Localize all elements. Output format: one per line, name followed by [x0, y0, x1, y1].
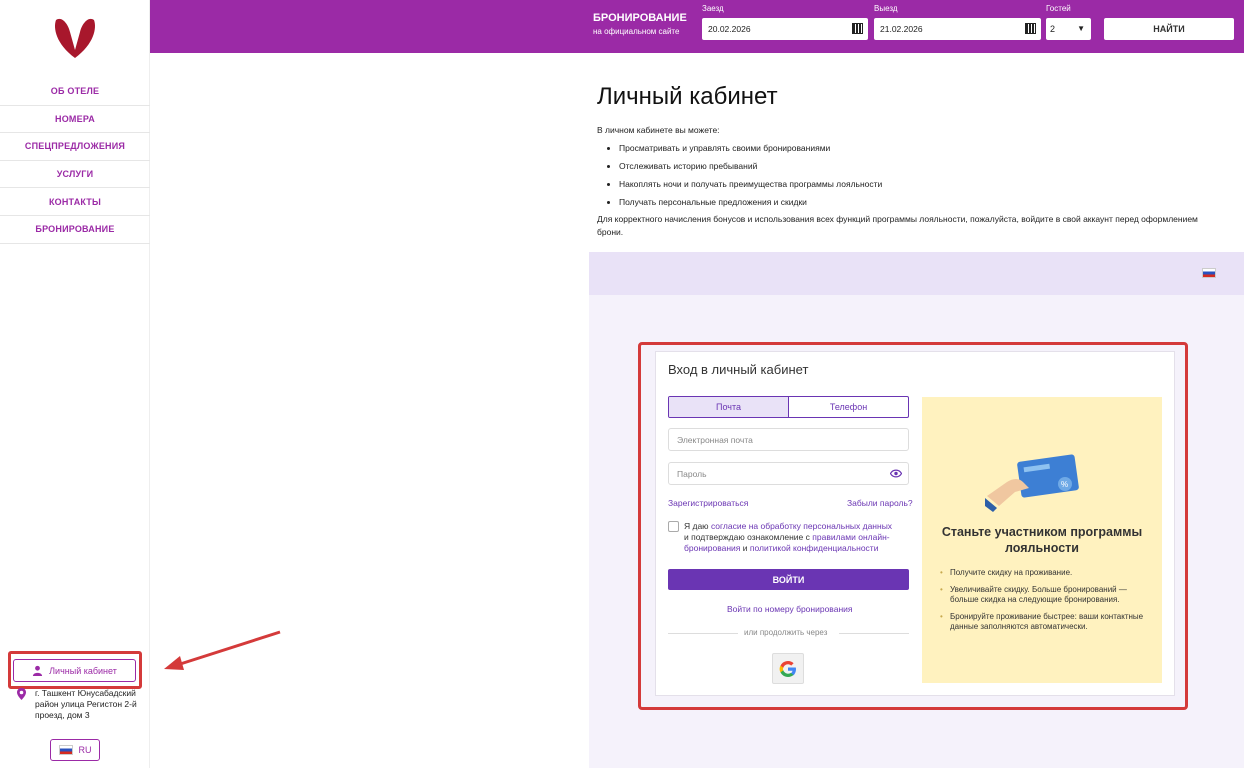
personal-cabinet-label: Личный кабинет: [49, 665, 117, 676]
checkout-date-value: 21.02.2026: [880, 24, 923, 34]
feature-list: Просматривать и управлять своими брониро…: [619, 143, 1207, 207]
feature-item: Получать персональные предложения и скид…: [619, 197, 1207, 207]
nav-item-offers[interactable]: СПЕЦПРЕДЛОЖЕНИЯ: [0, 133, 150, 161]
nav-item-services[interactable]: УСЛУГИ: [0, 161, 150, 189]
nav-item-rooms[interactable]: НОМЕРА: [0, 106, 150, 134]
login-note: Для корректного начисления бонусов и исп…: [597, 214, 1198, 237]
address-text: г. Ташкент Юнусабадский район улица Реги…: [35, 688, 137, 720]
calendar-icon[interactable]: [852, 23, 863, 34]
login-widget-topbar: [589, 252, 1244, 295]
guests-select[interactable]: 2 ▼: [1046, 18, 1091, 40]
main-nav: ОБ ОТЕЛЕ НОМЕРА СПЕЦПРЕДЛОЖЕНИЯ УСЛУГИ К…: [0, 78, 150, 244]
location-pin-icon: [17, 688, 26, 700]
nav-item-booking[interactable]: БРОНИРОВАНИЕ: [0, 216, 150, 244]
feature-item: Отслеживать историю пребываний: [619, 161, 1207, 171]
nav-item-about[interactable]: ОБ ОТЕЛЕ: [0, 78, 150, 106]
booking-title: БРОНИРОВАНИЕ: [593, 12, 687, 24]
feature-item: Накоплять ночи и получать преимущества п…: [619, 179, 1207, 189]
checkin-date-field[interactable]: 20.02.2026: [702, 18, 868, 40]
checkout-date-field[interactable]: 21.02.2026: [874, 18, 1041, 40]
feature-item: Просматривать и управлять своими брониро…: [619, 143, 1207, 153]
guests-label: Гостей: [1046, 4, 1071, 13]
language-switcher[interactable]: RU: [50, 739, 100, 761]
booking-header: БРОНИРОВАНИЕ на официальном сайте Заезд …: [150, 0, 1244, 53]
chevron-down-icon: ▼: [1077, 24, 1085, 33]
checkout-label: Выезд: [874, 4, 898, 13]
page-title: Личный кабинет: [597, 83, 778, 110]
annotation-arrow-icon: [164, 630, 281, 670]
calendar-icon[interactable]: [1025, 23, 1036, 34]
hotel-address: г. Ташкент Юнусабадский район улица Реги…: [17, 688, 143, 721]
hotel-logo-icon[interactable]: [52, 14, 98, 60]
user-icon: [33, 665, 43, 676]
checkin-date-value: 20.02.2026: [708, 24, 751, 34]
highlight-box-login: [638, 342, 1188, 710]
guests-value: 2: [1050, 24, 1056, 34]
russia-flag-icon[interactable]: [1202, 268, 1216, 278]
language-code: RU: [78, 745, 92, 755]
russia-flag-icon: [58, 745, 73, 755]
find-button[interactable]: НАЙТИ: [1104, 18, 1234, 40]
personal-cabinet-button[interactable]: Личный кабинет: [13, 659, 136, 682]
nav-item-contacts[interactable]: КОНТАКТЫ: [0, 188, 150, 216]
intro-block: В личном кабинете вы можете: Просматрива…: [597, 125, 1207, 239]
intro-text: В личном кабинете вы можете:: [597, 125, 720, 135]
booking-subtitle: на официальном сайте: [593, 27, 680, 36]
sidebar: ОБ ОТЕЛЕ НОМЕРА СПЕЦПРЕДЛОЖЕНИЯ УСЛУГИ К…: [0, 0, 150, 768]
checkin-label: Заезд: [702, 4, 724, 13]
